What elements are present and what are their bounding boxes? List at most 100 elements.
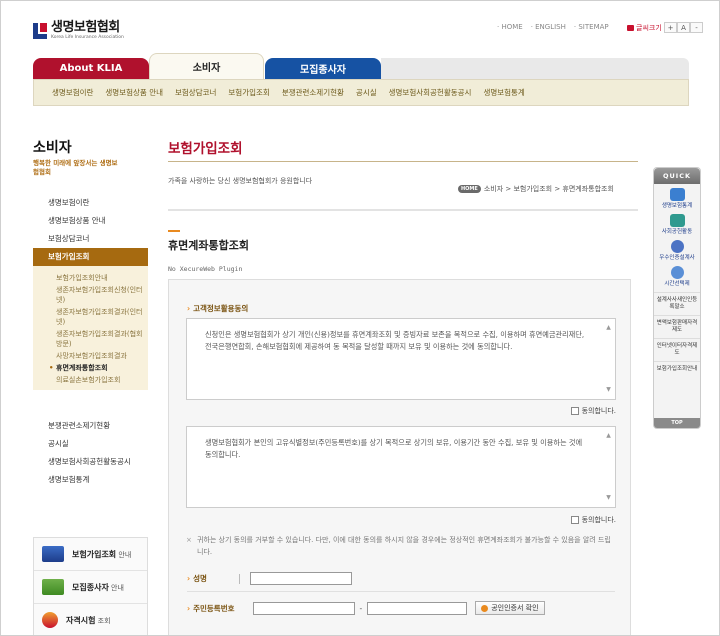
- title-divider: [168, 161, 638, 162]
- checkbox[interactable]: [570, 407, 579, 415]
- consent-notice: × 귀하는 상기 동의를 거부할 수 있습니다. 다만, 이에 대한 동의를 하…: [186, 536, 611, 556]
- sidebar-subitem[interactable]: 의료실손보험가입조회: [33, 374, 148, 386]
- quick-link[interactable]: 보험가입조회안내: [654, 361, 700, 377]
- banner-insurance-lookup[interactable]: 보험가입조회 안내: [34, 538, 147, 571]
- field-divider: [187, 591, 615, 592]
- font-increase-button[interactable]: +: [664, 22, 677, 33]
- section-accent: [168, 230, 180, 232]
- clock-icon: [42, 612, 58, 628]
- logo[interactable]: 생명보험협회 Korea Life Insurance Association: [33, 21, 124, 41]
- font-reset-button[interactable]: A: [677, 22, 690, 33]
- certificate-icon: [481, 604, 489, 612]
- consent-form: › 고객정보활용동의 신청인은 생명보험협회가 상기 개인(신용)정보를 휴면계좌…: [168, 279, 631, 635]
- chart-icon: [42, 579, 64, 595]
- clock-icon: [670, 266, 684, 279]
- rrn-back-input[interactable]: [367, 601, 468, 615]
- scroll-down-icon[interactable]: ▼: [605, 384, 612, 396]
- breadcrumb-path: 소비자 > 보험가입조회 > 휴면계좌통합조회: [483, 185, 614, 193]
- subnav-item[interactable]: 생명보험상품 안내: [105, 87, 163, 98]
- sidebar-menu-bottom: 분쟁관련소제기현황 공시실 생명보험사회공헌활동공시 생명보험통계: [33, 417, 148, 489]
- subnav-item[interactable]: 생명보험통계: [483, 87, 524, 98]
- consent-text-box-2[interactable]: 생명보험협회가 본인의 고유식별정보(주민등록번호)를 상기 목적으로 상기의 …: [186, 426, 616, 508]
- quick-link[interactable]: 변액보험판매자격제도: [654, 315, 700, 338]
- sidebar-subitem[interactable]: 생존자보험가입조회결과(협회방문): [33, 328, 148, 350]
- subnav-item[interactable]: 보험상담코너: [175, 87, 216, 98]
- sidebar-item[interactable]: 보험상담코너: [33, 230, 148, 248]
- quick-menu-title: QUICK: [654, 168, 700, 184]
- sitemap-link[interactable]: · SITEMAP: [574, 23, 609, 31]
- name-label: 성명: [193, 574, 207, 583]
- checkbox[interactable]: [570, 516, 579, 524]
- sub-navigation: 생명보험이란 생명보험상품 안내 보험상담코너 보험가입조회 분쟁관련소제기현황…: [33, 79, 689, 106]
- sidebar-subitem[interactable]: 사망자보험가입조회결과: [33, 350, 148, 362]
- sidebar-item-active[interactable]: 보험가입조회: [33, 248, 148, 266]
- sidebar-item[interactable]: 분쟁관련소제기현황: [33, 417, 148, 435]
- quick-item-agent[interactable]: 우수인증설계사: [654, 236, 700, 262]
- stats-icon: [669, 188, 685, 201]
- subnav-item[interactable]: 생명보험이란: [52, 87, 93, 98]
- banner-exam-lookup[interactable]: 자격시험 조회: [34, 604, 147, 635]
- font-size-buttons: + A -: [664, 22, 703, 33]
- top-links: · HOME · ENGLISH · SITEMAP: [497, 23, 609, 31]
- agree-checkbox-2[interactable]: 동의합니다.: [570, 515, 616, 525]
- sidebar-item[interactable]: 생명보험상품 안내: [33, 212, 148, 230]
- sidebar-item[interactable]: 생명보험통계: [33, 471, 148, 489]
- sidebar-subitem[interactable]: 생존자보험가입조회결과(인터넷): [33, 306, 148, 328]
- rrn-field-row: › 주민등록번호 - 공인인증서 확인: [187, 601, 545, 615]
- sidebar-subitem[interactable]: 보험가입조회안내: [33, 272, 148, 284]
- people-icon: [670, 240, 684, 253]
- consent-text-box-1[interactable]: 신청인은 생명보험협회가 상기 개인(신용)정보를 휴면계좌조회 및 증빙자료 …: [186, 318, 616, 400]
- quick-link[interactable]: 설계사사새인인등록말소: [654, 292, 700, 315]
- logo-title: 생명보험협회: [51, 20, 120, 35]
- home-link[interactable]: · HOME: [497, 23, 523, 31]
- scroll-up-icon[interactable]: ▲: [605, 430, 612, 442]
- bullet-arrow-icon: ›: [187, 574, 191, 583]
- sidebar-item[interactable]: 생명보험사회공헌활동공시: [33, 453, 148, 471]
- tab-about[interactable]: About KLIA: [33, 58, 149, 79]
- font-decrease-button[interactable]: -: [690, 22, 703, 33]
- quick-link[interactable]: 인터넷이터자격제도: [654, 338, 700, 361]
- sidebar-banners: 보험가입조회 안내 모집종사자 안내 자격시험 조회: [33, 537, 148, 635]
- tab-bar-filler: [381, 58, 689, 79]
- sidebar-item[interactable]: 생명보험이란: [33, 194, 148, 212]
- name-input[interactable]: [249, 572, 352, 585]
- main-tabs: About KLIA 소비자 모집종사자: [33, 53, 689, 79]
- agree-checkbox-1[interactable]: 동의합니다.: [570, 406, 616, 416]
- subnav-item[interactable]: 분쟁관련소제기현황: [282, 87, 344, 98]
- home-badge[interactable]: HOME: [458, 185, 481, 193]
- tab-agent[interactable]: 모집종사자: [265, 58, 381, 79]
- rrn-label: 주민등록번호: [193, 603, 235, 613]
- certificate-button[interactable]: 공인인증서 확인: [475, 601, 545, 615]
- sidebar-item[interactable]: 공시실: [33, 435, 148, 453]
- page-frame: 생명보험협회 Korea Life Insurance Association …: [0, 0, 720, 636]
- computer-icon: [42, 546, 64, 562]
- subnav-item[interactable]: 보험가입조회: [228, 87, 269, 98]
- plugin-note: No XecureWeb Plugin: [168, 265, 243, 273]
- scroll-down-icon[interactable]: ▼: [605, 492, 612, 504]
- quick-item-social[interactable]: 사회공헌활동: [654, 210, 700, 236]
- sidebar-slogan: 행복한 미래에 앞장서는 생명보험협회: [33, 159, 118, 176]
- sidebar-subitem-current[interactable]: 휴면계좌통합조회: [33, 362, 148, 374]
- handshake-icon: [669, 214, 685, 227]
- quick-item-stats[interactable]: 생명보험통계: [654, 184, 700, 210]
- scroll-up-icon[interactable]: ▲: [605, 322, 612, 334]
- logo-subtitle: Korea Life Insurance Association: [51, 35, 124, 40]
- banner-agent-info[interactable]: 모집종사자 안내: [34, 571, 147, 604]
- rrn-front-input[interactable]: [252, 601, 355, 615]
- quick-item-time[interactable]: 시간선택제: [654, 262, 700, 292]
- subnav-item[interactable]: 생명보험사회공헌활동공시: [389, 87, 472, 98]
- bullet-arrow-icon: ›: [187, 304, 191, 313]
- tab-consumer[interactable]: 소비자: [149, 53, 264, 79]
- back-to-top-button[interactable]: TOP: [654, 418, 700, 428]
- font-size-control-label: 글씨크기: [627, 23, 662, 33]
- page-title: 보험가입조회: [168, 141, 243, 157]
- sidebar-menu: 생명보험이란 생명보험상품 안내 보험상담코너 보험가입조회 보험가입조회안내 …: [33, 194, 148, 390]
- subnav-item[interactable]: 공시실: [356, 87, 377, 98]
- bullet-arrow-icon: ›: [187, 603, 191, 613]
- font-size-icon: [627, 25, 634, 31]
- name-field-row: › 성명: [187, 572, 352, 585]
- content-divider: [168, 209, 638, 211]
- english-link[interactable]: · ENGLISH: [531, 23, 566, 31]
- sidebar-subitem[interactable]: 생존자보험가입조회신청(인터넷): [33, 284, 148, 306]
- consent-heading: › 고객정보활용동의: [187, 304, 249, 313]
